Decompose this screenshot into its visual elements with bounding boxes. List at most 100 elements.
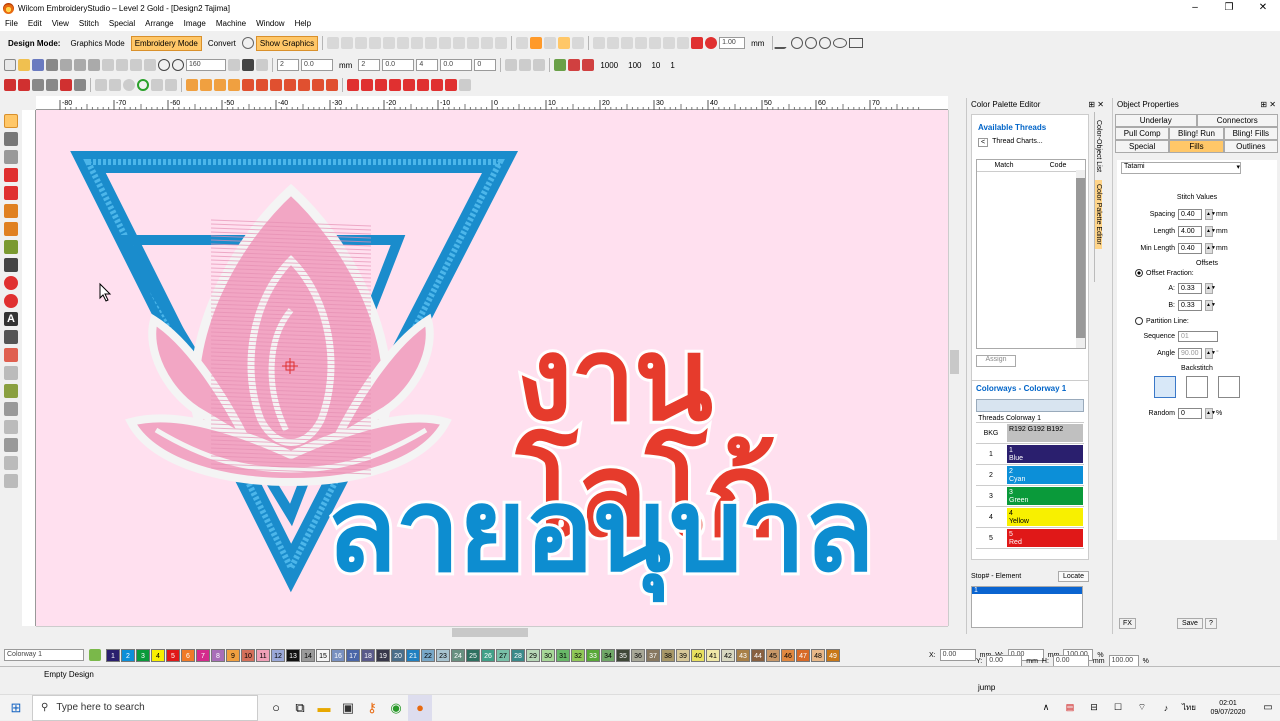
palette-swatch[interactable]: 38 (661, 648, 675, 662)
run-tool-icon[interactable] (4, 186, 18, 200)
color-circle-icon[interactable] (705, 37, 718, 49)
travel-10-button[interactable]: 10 (647, 58, 664, 73)
menu-file[interactable]: File (0, 19, 23, 28)
maximize-button[interactable]: ❐ (1212, 0, 1246, 16)
save-icon[interactable] (32, 59, 44, 71)
palette-swatch[interactable]: 10 (241, 648, 255, 662)
sequence-input[interactable]: 01 (1178, 331, 1218, 342)
tray-app-icon[interactable]: ▤ (1058, 695, 1082, 721)
palette-swatch[interactable]: 35 (616, 648, 630, 662)
measure-tool-icon[interactable] (4, 438, 18, 452)
palette-swatch[interactable]: 4 (151, 648, 165, 662)
stitch-type-3-icon[interactable] (214, 79, 226, 91)
field-4[interactable]: 0.0 (382, 59, 415, 71)
tab-connectors[interactable]: Connectors (1196, 114, 1278, 127)
colorway-swatch[interactable]: 1 Blue (1007, 445, 1083, 463)
fill-6-icon[interactable] (417, 79, 429, 91)
travel-color-icon[interactable] (568, 59, 581, 71)
task-view-icon[interactable]: ⧉ (288, 695, 312, 721)
stitch-icon[interactable] (530, 37, 543, 49)
view3-icon[interactable] (621, 37, 634, 49)
palette-swatch[interactable]: 5 (166, 648, 180, 662)
zoom-icon[interactable] (158, 59, 170, 71)
arc-icon[interactable] (791, 37, 804, 49)
stop-list[interactable]: 1 (971, 586, 1083, 628)
fill-8-icon[interactable] (445, 79, 457, 91)
tab-outlines[interactable]: Outlines (1223, 140, 1278, 153)
select-arrow-icon[interactable] (4, 114, 18, 128)
a-spinner[interactable]: ▲▼ (1205, 283, 1216, 294)
menu-stitch[interactable]: Stitch (74, 19, 104, 28)
shape-2-icon[interactable] (109, 79, 121, 91)
stitch-type-1-icon[interactable] (186, 79, 198, 91)
palette-swatch[interactable]: 18 (361, 648, 375, 662)
pen-tool-icon[interactable] (4, 150, 18, 164)
lettering-tool-icon[interactable]: A (4, 312, 18, 326)
appliqué-tool-icon[interactable] (4, 348, 18, 362)
tab-color-palette-editor[interactable]: Color Palette Editor (1095, 180, 1102, 249)
min-length-spinner[interactable]: ▲▼ (1205, 243, 1216, 254)
travel-object-icon[interactable] (582, 59, 595, 71)
stitch-type-4-icon[interactable] (228, 79, 240, 91)
save-button[interactable]: Save (1177, 618, 1203, 629)
palette-swatch[interactable]: 3 (136, 648, 150, 662)
palette-swatch[interactable]: 28 (511, 648, 525, 662)
tray-language[interactable]: ไทย (1178, 701, 1200, 714)
stitch-type-10-icon[interactable] (312, 79, 324, 91)
redo-icon[interactable] (144, 59, 156, 71)
colorway-row[interactable]: 4 4 Yellow (976, 507, 1084, 528)
shape-5-icon[interactable] (165, 79, 177, 91)
filter-icon[interactable] (544, 37, 557, 49)
color-icon[interactable] (691, 37, 704, 49)
a-input[interactable]: 0.33 (1178, 283, 1202, 294)
partition-line-radio[interactable] (1135, 317, 1143, 325)
monogram-tool-icon[interactable] (4, 330, 18, 344)
new-icon[interactable] (4, 59, 16, 71)
palette-swatch[interactable]: 27 (496, 648, 510, 662)
backstitch-2-icon[interactable] (1186, 376, 1208, 398)
colorway-row[interactable]: 2 2 Cyan (976, 465, 1084, 486)
file-explorer-icon[interactable]: ▬ (312, 695, 336, 721)
satin-tool-icon[interactable] (4, 240, 18, 254)
thread-list-scroll-thumb[interactable] (1076, 178, 1085, 338)
thread-charts-link[interactable]: Thread Charts... (992, 138, 1043, 147)
palette-swatch[interactable]: 45 (766, 648, 780, 662)
palette-tools-icon[interactable] (89, 649, 101, 661)
shape-1-icon[interactable] (95, 79, 107, 91)
colorway-row[interactable]: 5 5 Red (976, 528, 1084, 549)
palette-swatch[interactable]: 40 (691, 648, 705, 662)
palette-swatch[interactable]: 24 (451, 648, 465, 662)
mirror-v-icon[interactable] (519, 59, 532, 71)
stitch-effect-icon[interactable] (4, 402, 18, 416)
unlock-icon[interactable] (495, 37, 508, 49)
angle-input[interactable]: 90.00 (1178, 348, 1202, 359)
reshape-tool-icon[interactable] (4, 132, 18, 146)
tab-bling-fills[interactable]: Bling! Fills (1223, 127, 1278, 140)
colorway-swatch[interactable]: 4 Yellow (1007, 508, 1083, 526)
align-right-icon[interactable] (383, 37, 396, 49)
palette-swatch[interactable]: 46 (781, 648, 795, 662)
palette-swatch[interactable]: 32 (571, 648, 585, 662)
space-icon[interactable] (425, 37, 438, 49)
bkg-row[interactable]: BKG R192 G192 B192 (976, 423, 1084, 444)
knife-icon[interactable] (32, 79, 44, 91)
field-5[interactable]: 4 (416, 59, 439, 71)
palette-swatch[interactable]: 42 (721, 648, 735, 662)
cut-tool-icon[interactable] (4, 420, 18, 434)
menu-help[interactable]: Help (290, 19, 316, 28)
group-icon[interactable] (453, 37, 466, 49)
fit-icon[interactable] (228, 59, 240, 71)
tray-chevron-icon[interactable]: ∧ (1034, 695, 1058, 721)
tab-pull-comp[interactable]: Pull Comp (1115, 127, 1170, 140)
min-length-input[interactable]: 0.40 (1178, 243, 1202, 254)
palette-swatch[interactable]: 16 (331, 648, 345, 662)
ellipse-icon[interactable] (833, 38, 848, 48)
panel-pin-close-icon[interactable]: ⊞ ✕ (1088, 100, 1104, 110)
tray-clock[interactable]: 02:01 09/07/2020 (1200, 699, 1256, 717)
zoom-out-icon[interactable] (172, 59, 184, 71)
hoop-tool-icon[interactable] (4, 474, 18, 488)
slash-icon[interactable] (773, 37, 793, 49)
view7-icon[interactable] (677, 37, 690, 49)
auto-digitize-icon[interactable] (4, 168, 18, 182)
rotate-icon[interactable] (533, 59, 546, 71)
